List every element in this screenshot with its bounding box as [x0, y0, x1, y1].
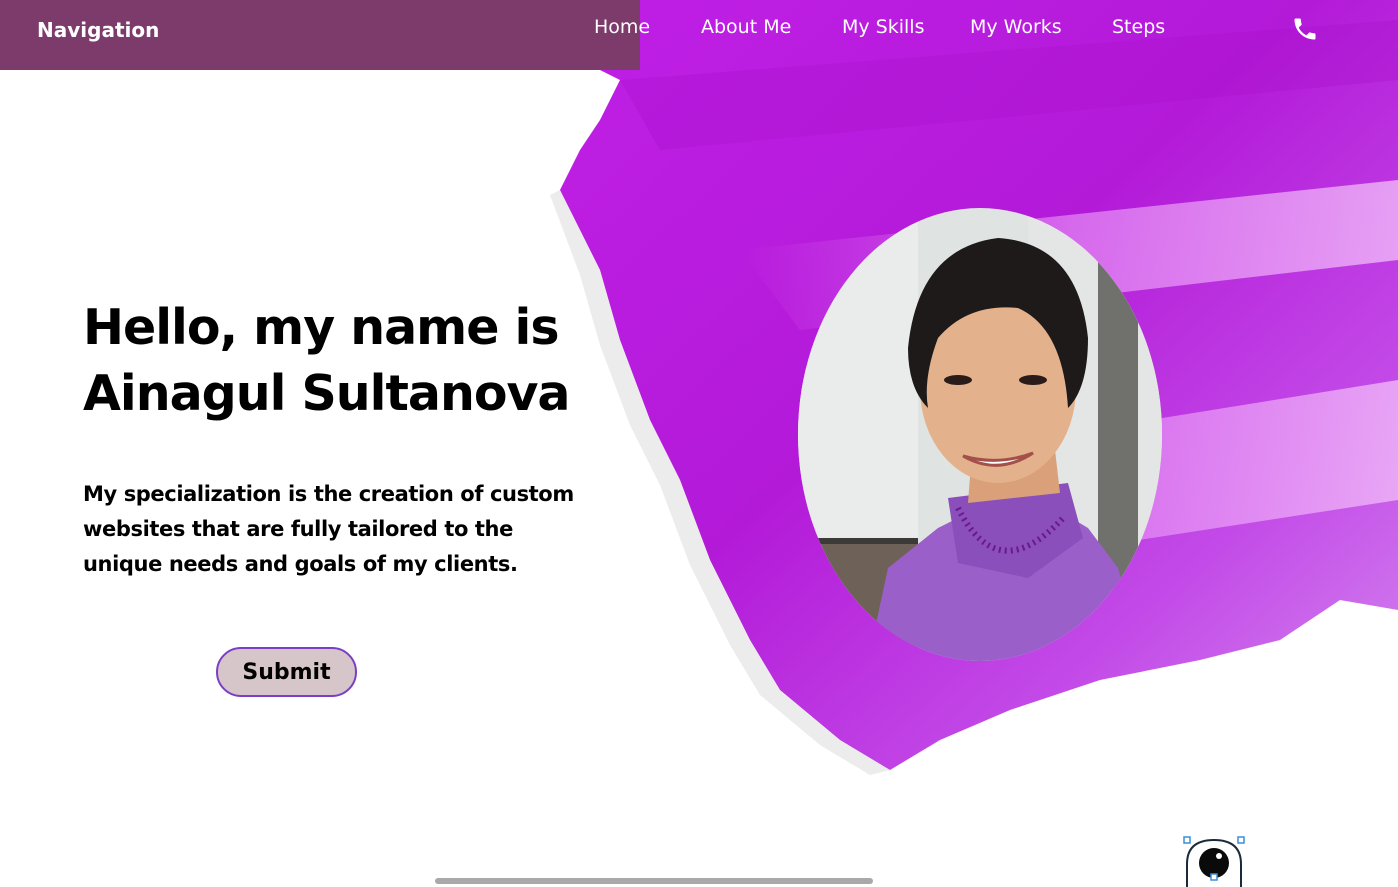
hero-subtitle-line1: My specialization is the creation of cus…: [83, 482, 574, 506]
phone-icon[interactable]: [1291, 15, 1319, 43]
horizontal-scrollbar[interactable]: [435, 878, 873, 884]
hero-subtitle-line3: unique needs and goals of my clients.: [83, 552, 518, 576]
hero-title-line1: Hello, my name is: [83, 299, 560, 356]
hero-title: Hello, my name is Ainagul Sultanova: [83, 295, 643, 427]
submit-button[interactable]: Submit: [216, 647, 357, 697]
nav-link-steps[interactable]: Steps: [1112, 16, 1165, 38]
nav-link-home[interactable]: Home: [594, 16, 650, 38]
nav-link-skills[interactable]: My Skills: [842, 16, 924, 38]
hero-subtitle: My specialization is the creation of cus…: [83, 477, 623, 582]
nav-link-works[interactable]: My Works: [970, 16, 1062, 38]
profile-photo: [798, 208, 1162, 661]
hero-subtitle-line2: websites that are fully tailored to the: [83, 517, 513, 541]
hero-title-line2: Ainagul Sultanova: [83, 365, 571, 422]
nav-links: Home About Me My Skills My Works Steps: [0, 16, 1398, 46]
nav-link-about[interactable]: About Me: [701, 16, 791, 38]
eye-widget-icon: [1183, 836, 1245, 887]
